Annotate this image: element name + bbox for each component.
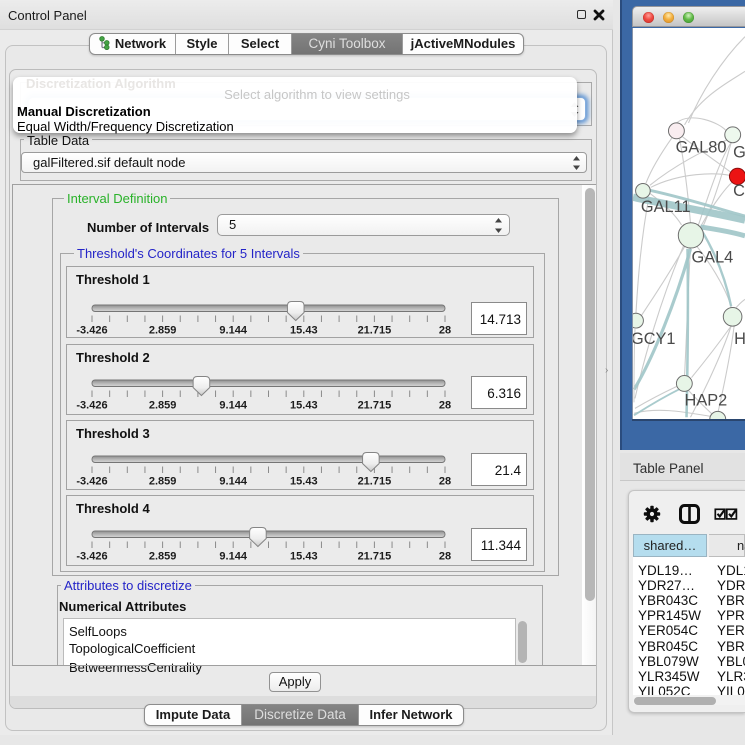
svg-text:9.144: 9.144 [219, 551, 247, 563]
svg-text:-3.426: -3.426 [76, 551, 107, 563]
svg-text:21.715: 21.715 [358, 551, 392, 563]
svg-text:GAL4: GAL4 [691, 249, 733, 267]
svg-text:GCY1: GCY1 [632, 330, 676, 348]
svg-text:2.859: 2.859 [149, 399, 177, 411]
svg-text:H: H [734, 330, 745, 348]
svg-text:28: 28 [439, 551, 451, 563]
svg-text:9.144: 9.144 [219, 476, 247, 488]
svg-text:28: 28 [439, 325, 451, 337]
svg-text:GA: GA [733, 144, 745, 162]
svg-text:-3.426: -3.426 [76, 476, 107, 488]
svg-text:28: 28 [439, 476, 451, 488]
svg-text:2.859: 2.859 [149, 551, 177, 563]
svg-text:21.715: 21.715 [358, 399, 392, 411]
svg-text:2.859: 2.859 [149, 476, 177, 488]
svg-text:GAL11: GAL11 [641, 198, 691, 216]
svg-text:15.43: 15.43 [290, 325, 318, 337]
svg-text:21.715: 21.715 [358, 325, 392, 337]
svg-text:C: C [733, 182, 745, 200]
svg-text:15.43: 15.43 [290, 476, 318, 488]
svg-text:21.715: 21.715 [358, 476, 392, 488]
svg-text:HAP2: HAP2 [685, 391, 728, 409]
svg-text:15.43: 15.43 [290, 551, 318, 563]
svg-text:9.144: 9.144 [219, 325, 247, 337]
svg-text:-3.426: -3.426 [76, 399, 107, 411]
svg-text:15.43: 15.43 [290, 399, 318, 411]
svg-text:2.859: 2.859 [149, 325, 177, 337]
svg-text:28: 28 [439, 399, 451, 411]
svg-text:9.144: 9.144 [219, 399, 247, 411]
svg-text:-3.426: -3.426 [76, 325, 107, 337]
svg-text:GAL80: GAL80 [676, 139, 727, 157]
